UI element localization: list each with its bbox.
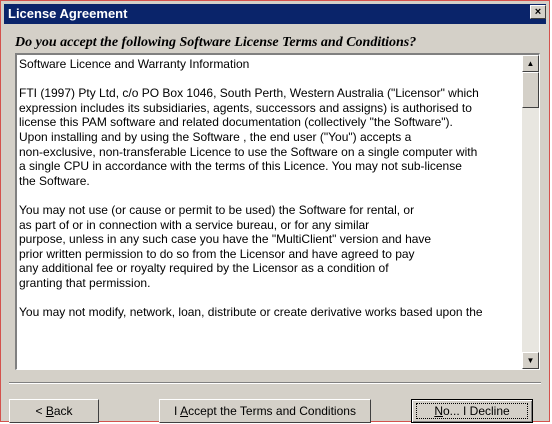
arrow-down-icon: ▼ xyxy=(526,356,535,365)
accept-button[interactable]: I Accept the Terms and Conditions xyxy=(159,399,371,423)
arrow-up-icon: ▲ xyxy=(526,59,535,68)
close-button[interactable]: × xyxy=(530,5,546,19)
scroll-down-button[interactable]: ▼ xyxy=(522,352,539,369)
separator xyxy=(9,382,541,384)
scroll-up-button[interactable]: ▲ xyxy=(522,55,539,72)
vertical-scrollbar[interactable]: ▲ ▼ xyxy=(522,55,539,369)
license-paragraph: You may not use (or cause or permit to b… xyxy=(19,202,432,290)
back-button[interactable]: < Back xyxy=(9,399,99,423)
license-dialog: License Agreement × Do you accept the fo… xyxy=(0,0,550,423)
close-icon: × xyxy=(534,6,542,18)
decline-button[interactable]: No... I Decline xyxy=(411,399,533,423)
license-text-area[interactable]: Software Licence and Warranty Informatio… xyxy=(15,53,540,370)
license-paragraph: You may not modify, network, loan, distr… xyxy=(19,305,483,320)
license-paragraph: Software Licence and Warranty Informatio… xyxy=(19,57,250,71)
license-question-heading: Do you accept the following Software Lic… xyxy=(15,35,417,50)
license-paragraph: FTI (1997) Pty Ltd, c/o PO Box 1046, Sou… xyxy=(19,86,479,188)
dialog-title: License Agreement xyxy=(8,6,128,21)
license-text: Software Licence and Warranty Informatio… xyxy=(19,57,521,334)
scrollbar-thumb[interactable] xyxy=(522,72,539,108)
title-bar[interactable]: License Agreement × xyxy=(4,4,546,24)
